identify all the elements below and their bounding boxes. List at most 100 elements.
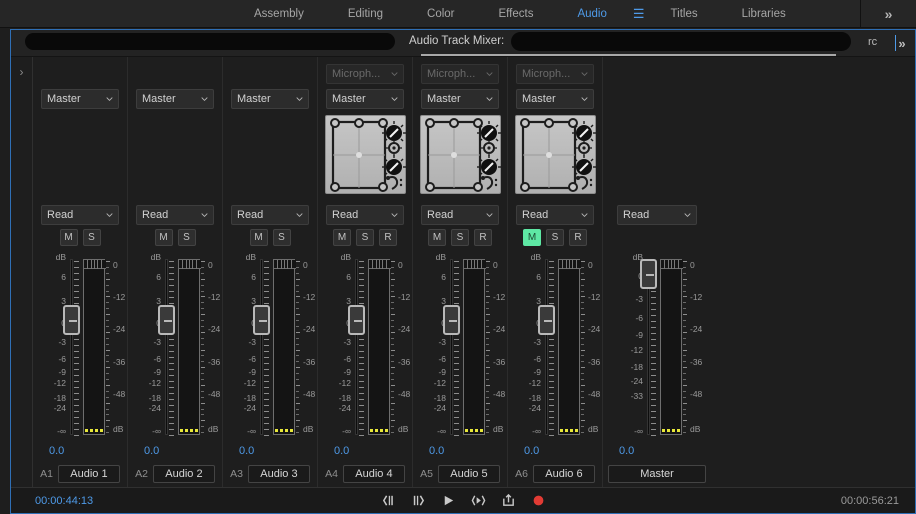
fader-track[interactable]	[355, 259, 358, 435]
output-assign-dropdown[interactable]: Master	[136, 89, 214, 109]
workspace-tab-libraries[interactable]: Libraries	[720, 0, 808, 28]
workspace-tab-editing[interactable]: Editing	[326, 0, 405, 28]
fader-handle[interactable]	[443, 305, 460, 335]
track-name-field[interactable]: Master	[608, 465, 706, 483]
meter-clip-indicator[interactable]	[274, 260, 296, 269]
expand-rail[interactable]: ›	[11, 57, 33, 487]
track-name-field[interactable]: Audio 3	[247, 465, 310, 483]
solo-button[interactable]: S	[272, 229, 291, 246]
surround-panner[interactable]	[419, 115, 501, 194]
volume-fader[interactable]: dB630-3-6-9-12-18-24-∞	[223, 253, 270, 441]
automation-mode-dropdown[interactable]: Read	[421, 205, 499, 225]
workspace-tab-effects[interactable]: Effects	[477, 0, 556, 28]
automation-mode-dropdown[interactable]: Read	[617, 205, 697, 225]
level-meter[interactable]: 0 -12 -24 -36 -48 dB	[273, 253, 317, 441]
mute-button[interactable]: M	[249, 229, 268, 246]
fader-handle[interactable]	[640, 259, 657, 289]
play-icon[interactable]	[440, 493, 456, 509]
fader-handle[interactable]	[348, 305, 365, 335]
meter-clip-indicator[interactable]	[559, 260, 581, 269]
automation-mode-dropdown[interactable]: Read	[516, 205, 594, 225]
track-name-field[interactable]: Audio 4	[342, 465, 405, 483]
gain-value[interactable]: 0.0	[429, 445, 444, 457]
volume-fader[interactable]: dB630-3-6-9-12-18-24-∞	[413, 253, 460, 441]
gain-value[interactable]: 0.0	[239, 445, 254, 457]
track-name-field[interactable]: Audio 1	[57, 465, 120, 483]
track-name-field[interactable]: Audio 5	[437, 465, 500, 483]
output-assign-dropdown[interactable]: Master	[231, 89, 309, 109]
level-meter[interactable]: 0 -12 -24 -36 -48 dB	[368, 253, 412, 441]
output-assign-dropdown[interactable]: Master	[516, 89, 594, 109]
solo-button[interactable]: S	[451, 229, 469, 246]
mute-button[interactable]: M	[154, 229, 173, 246]
meter-clip-indicator[interactable]	[369, 260, 391, 269]
meter-clip-indicator[interactable]	[464, 260, 486, 269]
volume-fader[interactable]: dB630-3-6-9-12-18-24-∞	[318, 253, 365, 441]
panel-overflow-button[interactable]: »	[889, 30, 915, 56]
record-arm-button[interactable]: R	[474, 229, 492, 246]
solo-button[interactable]: S	[356, 229, 374, 246]
output-assign-dropdown[interactable]: Master	[41, 89, 119, 109]
solo-button[interactable]: S	[177, 229, 196, 246]
gain-value[interactable]: 0.0	[619, 445, 634, 457]
automation-mode-dropdown[interactable]: Read	[136, 205, 214, 225]
record-arm-button[interactable]: R	[379, 229, 397, 246]
level-meter[interactable]: 0 -12 -24 -36 -48 dB	[178, 253, 222, 441]
automation-mode-dropdown[interactable]: Read	[326, 205, 404, 225]
surround-panner[interactable]	[324, 115, 406, 194]
solo-button[interactable]: S	[82, 229, 101, 246]
gain-value[interactable]: 0.0	[334, 445, 349, 457]
gain-value[interactable]: 0.0	[524, 445, 539, 457]
record-arm-button[interactable]: R	[569, 229, 587, 246]
fader-handle[interactable]	[158, 305, 175, 335]
fader-handle[interactable]	[253, 305, 270, 335]
mute-button[interactable]: M	[523, 229, 541, 246]
meter-clip-indicator[interactable]	[179, 260, 201, 269]
gain-value[interactable]: 0.0	[144, 445, 159, 457]
meter-tick-label: 0	[208, 260, 213, 271]
mute-button[interactable]: M	[59, 229, 78, 246]
workspace-tab-titles[interactable]: Titles	[649, 0, 720, 28]
meter-clip-indicator[interactable]	[84, 260, 106, 269]
solo-button[interactable]: S	[546, 229, 564, 246]
expand-chevron-icon[interactable]: ›	[20, 65, 24, 487]
go-to-in-point-icon[interactable]	[380, 493, 396, 509]
track-name-field[interactable]: Audio 6	[532, 465, 595, 483]
fader-handle[interactable]	[538, 305, 555, 335]
fader-track[interactable]	[450, 259, 453, 435]
level-meter[interactable]: 0 -12 -24 -36 -48 dB	[463, 253, 507, 441]
output-assign-dropdown[interactable]: Master	[421, 89, 499, 109]
surround-panner[interactable]	[514, 115, 596, 194]
fader-track[interactable]	[70, 259, 73, 435]
fader-track[interactable]	[260, 259, 263, 435]
volume-fader[interactable]: dB0-3-6-9-12-18-24-33-∞	[610, 253, 657, 441]
volume-fader[interactable]: dB630-3-6-9-12-18-24-∞	[508, 253, 555, 441]
hamburger-menu-icon[interactable]: ☰	[629, 0, 649, 28]
workspace-tab-audio[interactable]: Audio	[555, 0, 628, 28]
workspace-tab-color[interactable]: Color	[405, 0, 476, 28]
volume-fader[interactable]: dB630-3-6-9-12-18-24-∞	[33, 253, 80, 441]
fader-track[interactable]	[165, 259, 168, 435]
automation-mode-dropdown[interactable]: Read	[231, 205, 309, 225]
gain-value[interactable]: 0.0	[49, 445, 64, 457]
duration-timecode[interactable]: 00:00:56:21	[841, 495, 899, 507]
fader-track[interactable]	[545, 259, 548, 435]
level-meter[interactable]: 0 -12 -24 -36 -48 dB	[558, 253, 602, 441]
mute-button[interactable]: M	[333, 229, 351, 246]
play-in-to-out-icon[interactable]	[470, 493, 486, 509]
current-timecode[interactable]: 00:00:44:13	[35, 495, 93, 507]
mute-button[interactable]: M	[428, 229, 446, 246]
volume-fader[interactable]: dB630-3-6-9-12-18-24-∞	[128, 253, 175, 441]
workspace-tab-assembly[interactable]: Assembly	[232, 0, 326, 28]
automation-mode-dropdown[interactable]: Read	[41, 205, 119, 225]
meter-clip-indicator[interactable]	[661, 260, 683, 269]
level-meter[interactable]: 0 -12 -24 -36 -48 dB	[660, 253, 704, 441]
track-name-field[interactable]: Audio 2	[152, 465, 215, 483]
record-icon[interactable]	[530, 493, 546, 509]
workspace-overflow-button[interactable]: »	[860, 0, 916, 28]
level-meter[interactable]: 0 -12 -24 -36 -48 dB	[83, 253, 127, 441]
loop-icon[interactable]	[500, 493, 516, 509]
output-assign-dropdown[interactable]: Master	[326, 89, 404, 109]
fader-handle[interactable]	[63, 305, 80, 335]
go-to-out-point-icon[interactable]	[410, 493, 426, 509]
